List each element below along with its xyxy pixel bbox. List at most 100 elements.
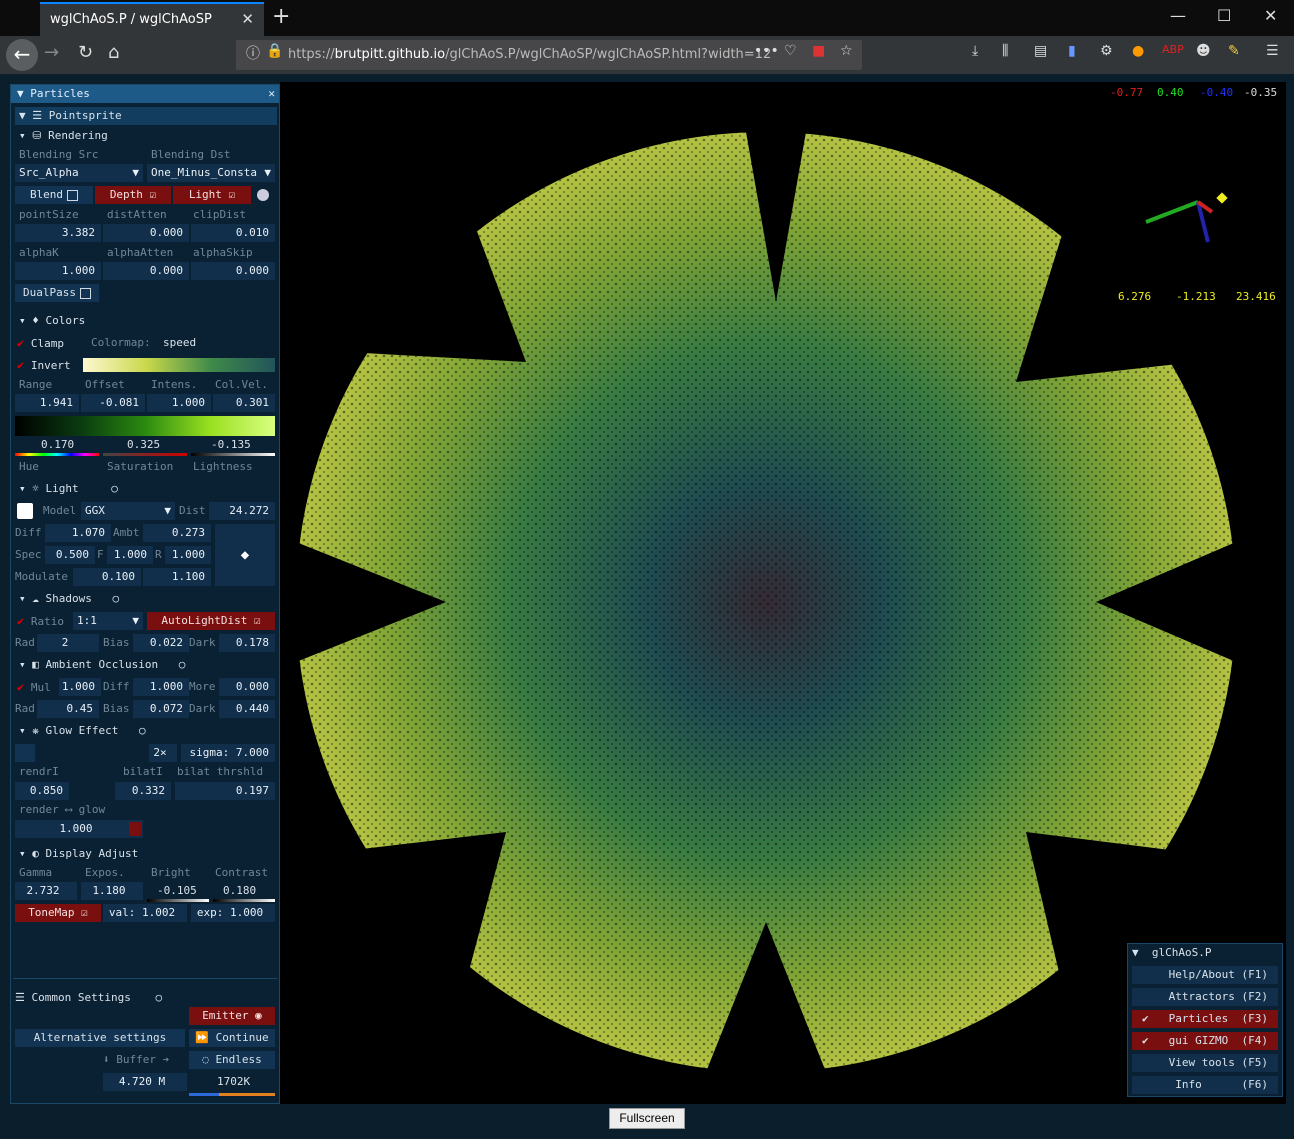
gamma-field[interactable]: 2.732 bbox=[15, 882, 77, 900]
gear-icon[interactable]: ⚙ bbox=[1100, 43, 1113, 59]
light-color-icon[interactable] bbox=[257, 189, 269, 201]
more-icon[interactable]: ••• bbox=[754, 43, 779, 59]
depth-toggle[interactable]: Depth ☑ bbox=[95, 186, 171, 204]
forward-icon[interactable]: → bbox=[44, 42, 59, 63]
bookmark-star-icon[interactable]: ☆ bbox=[840, 43, 853, 59]
mix-slider-handle[interactable] bbox=[129, 822, 141, 836]
ao-diff-field[interactable]: 1.000 bbox=[133, 678, 189, 696]
shadow-dark-field[interactable]: 0.178 bbox=[219, 634, 275, 652]
download-icon[interactable]: ⤓ bbox=[972, 43, 978, 59]
alphak-field[interactable]: 1.000 bbox=[15, 262, 101, 280]
bilati-field[interactable]: 0.332 bbox=[115, 782, 171, 800]
offset-field[interactable]: -0.081 bbox=[81, 394, 145, 412]
account-icon[interactable]: ☻ bbox=[1196, 43, 1211, 59]
help-bubble-icon[interactable]: ○ bbox=[179, 658, 186, 671]
saturation-value[interactable]: 0.325 bbox=[127, 436, 160, 454]
spec-field[interactable]: 0.500 bbox=[45, 546, 95, 564]
invert-checkbox[interactable]: ✔ Invert bbox=[17, 356, 71, 374]
diff-field[interactable]: 1.070 bbox=[45, 524, 111, 542]
menu-titlebar[interactable]: ▼ glChAoS.P bbox=[1132, 944, 1211, 962]
common-settings-section[interactable]: ☰ Common Settings ○ bbox=[15, 989, 162, 1007]
help-bubble-icon[interactable]: ○ bbox=[139, 724, 146, 737]
saturation-slider[interactable] bbox=[103, 453, 187, 456]
clamp-checkbox[interactable]: ✔ Clamp bbox=[17, 334, 64, 352]
menu-attractors[interactable]: Attractors (F2) bbox=[1132, 988, 1278, 1006]
rendri-field[interactable]: 0.850 bbox=[15, 782, 69, 800]
new-tab-icon[interactable]: + bbox=[272, 4, 290, 29]
bilat-thrshld-field[interactable]: 0.197 bbox=[175, 782, 275, 800]
r-field[interactable]: 1.000 bbox=[165, 546, 211, 564]
glow-enable-checkbox[interactable] bbox=[15, 744, 35, 762]
hue-slider[interactable] bbox=[15, 453, 99, 456]
light-section[interactable]: ▾ ☼ Light ○ bbox=[19, 480, 118, 498]
emitter-toggle[interactable]: Emitter ◉ bbox=[189, 1007, 275, 1025]
light-toggle[interactable]: Light ☑ bbox=[173, 186, 251, 204]
pocket-icon[interactable]: ♡ bbox=[784, 43, 797, 59]
colors-section[interactable]: ▾ ♦ Colors bbox=[19, 312, 85, 330]
sigma-field[interactable]: sigma: 7.000 bbox=[181, 744, 275, 762]
pointsize-field[interactable]: 3.382 bbox=[15, 224, 101, 242]
tonemap-val-field[interactable]: val: 1.002 bbox=[103, 904, 187, 922]
fullscreen-button[interactable]: Fullscreen bbox=[609, 1108, 685, 1129]
adblock-icon[interactable]: ABP bbox=[1162, 43, 1184, 56]
dist-field[interactable]: 24.272 bbox=[209, 502, 275, 520]
render-glow-mix-field[interactable]: 1.000 bbox=[15, 820, 143, 838]
extension-ball-icon[interactable]: ● bbox=[1132, 43, 1144, 59]
dualpass-toggle[interactable]: DualPass bbox=[15, 284, 99, 302]
close-icon[interactable]: ✕ bbox=[268, 85, 275, 103]
rendering-section[interactable]: ▾ ⛁ Rendering bbox=[19, 127, 108, 145]
tonemap-exp-field[interactable]: exp: 1.000 bbox=[191, 904, 275, 922]
shadows-enable-checkbox[interactable]: ✔ Ratio bbox=[17, 612, 64, 630]
menu-particles[interactable]: ✔ Particles (F3) bbox=[1132, 1010, 1278, 1028]
glow-section[interactable]: ▾ ❋ Glow Effect ○ bbox=[19, 722, 146, 740]
back-icon[interactable]: ← bbox=[6, 39, 38, 71]
close-tab-icon[interactable]: ✕ bbox=[241, 10, 254, 28]
ao-bias-field[interactable]: 0.072 bbox=[133, 700, 189, 718]
bright-value[interactable]: -0.105 bbox=[157, 882, 197, 900]
tonemap-toggle[interactable]: ToneMap ☑ bbox=[15, 904, 101, 922]
intens-field[interactable]: 1.000 bbox=[147, 394, 211, 412]
ambt-field[interactable]: 0.273 bbox=[143, 524, 211, 542]
blend-src-select[interactable]: Src_Alpha ▼ bbox=[15, 164, 143, 182]
contrast-value[interactable]: 0.180 bbox=[223, 882, 256, 900]
bright-slider[interactable] bbox=[147, 899, 209, 902]
shadow-bias-field[interactable]: 0.022 bbox=[133, 634, 189, 652]
alphaatten-field[interactable]: 0.000 bbox=[103, 262, 189, 280]
clipdist-field[interactable]: 0.010 bbox=[191, 224, 275, 242]
ratio-select[interactable]: 1:1 ▼ bbox=[73, 612, 143, 630]
extension-icon[interactable]: ■ bbox=[812, 43, 825, 59]
ao-dark-field[interactable]: 0.440 bbox=[219, 700, 275, 718]
info-icon[interactable]: ⓘ bbox=[246, 43, 260, 63]
window-close-icon[interactable]: ✕ bbox=[1264, 6, 1277, 25]
light-direction-gizmo[interactable]: ◆ bbox=[215, 524, 275, 586]
menu-info[interactable]: Info (F6) bbox=[1132, 1076, 1278, 1094]
help-bubble-icon[interactable]: ○ bbox=[111, 482, 118, 495]
pointsprite-header[interactable]: ▼ ☰ Pointsprite bbox=[15, 107, 277, 125]
colvel-field[interactable]: 0.301 bbox=[213, 394, 275, 412]
ao-section[interactable]: ▾ ◧ Ambient Occlusion ○ bbox=[19, 656, 185, 674]
continue-button[interactable]: ⏩ Continue bbox=[189, 1029, 275, 1047]
panel-titlebar[interactable]: ▼ Particles ✕ bbox=[11, 85, 279, 103]
minimize-icon[interactable]: — bbox=[1170, 6, 1186, 25]
model-select[interactable]: GGX ▼ bbox=[81, 502, 175, 520]
lightness-value[interactable]: -0.135 bbox=[211, 436, 251, 454]
ao-rad-field[interactable]: 0.45 bbox=[37, 700, 99, 718]
menu-help-about[interactable]: Help/About (F1) bbox=[1132, 966, 1278, 984]
modulate-field-2[interactable]: 1.100 bbox=[143, 568, 211, 586]
shadows-section[interactable]: ▾ ☁ Shadows ○ bbox=[19, 590, 119, 608]
shadow-rad-field[interactable]: 2 bbox=[37, 634, 99, 652]
more-field[interactable]: 0.000 bbox=[219, 678, 275, 696]
hue-value[interactable]: 0.170 bbox=[41, 436, 74, 454]
help-bubble-icon[interactable]: ○ bbox=[155, 991, 162, 1004]
distatten-field[interactable]: 0.000 bbox=[103, 224, 189, 242]
sidebar-icon[interactable]: ▤ bbox=[1034, 43, 1047, 59]
mul-field[interactable]: 1.000 bbox=[59, 678, 101, 696]
glow-2x-toggle[interactable]: 2× bbox=[149, 744, 177, 762]
display-section[interactable]: ▾ ◐ Display Adjust bbox=[19, 845, 138, 863]
lightness-slider[interactable] bbox=[191, 453, 275, 456]
axis-gizmo[interactable] bbox=[1138, 182, 1228, 252]
menu-icon[interactable]: ☰ bbox=[1266, 43, 1279, 59]
endless-button[interactable]: ◌ Endless bbox=[189, 1051, 275, 1069]
menu-gui-gizmo[interactable]: ✔ gui GIZMO (F4) bbox=[1132, 1032, 1278, 1050]
extension-pen-icon[interactable]: ✎ bbox=[1228, 43, 1240, 59]
